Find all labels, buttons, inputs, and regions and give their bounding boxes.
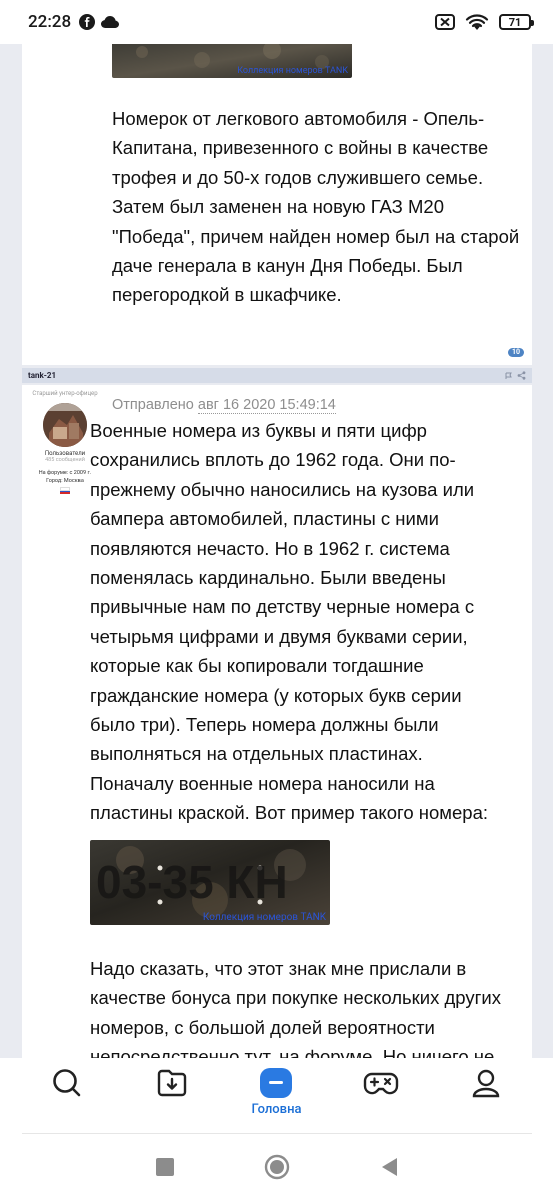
post-author-name[interactable]: tank-21	[28, 371, 56, 380]
no-sim-icon	[435, 14, 455, 30]
back-icon[interactable]	[380, 1157, 398, 1177]
image-watermark: Коллекция номеров TANK	[237, 66, 348, 76]
battery-indicator: 71	[499, 14, 534, 30]
author-rank: Старший унтер-офицер	[32, 390, 98, 397]
bottom-navigation: Головна	[0, 1058, 553, 1134]
recents-icon[interactable]	[155, 1158, 174, 1176]
forum-post: Коллекция номеров TANK Номерок от легков…	[22, 40, 532, 365]
system-navigation	[0, 1134, 553, 1200]
profile-icon	[472, 1069, 499, 1098]
cloud-icon	[101, 16, 120, 28]
nav-search[interactable]	[32, 1068, 102, 1098]
share-icon[interactable]	[517, 371, 526, 380]
nav-home-label: Головна	[251, 1102, 302, 1117]
avatar[interactable]	[43, 403, 87, 447]
post-date[interactable]: авг 16 2020 15:49:14	[197, 397, 336, 414]
post-header: tank-21	[22, 368, 532, 383]
nav-games[interactable]	[346, 1068, 416, 1098]
status-bar: 22:28 71	[0, 0, 553, 44]
nav-home[interactable]: Головна	[241, 1068, 311, 1117]
posted-label: Отправлено	[112, 397, 194, 413]
home-button-icon[interactable]	[264, 1154, 290, 1180]
status-time: 22:28	[28, 12, 72, 32]
nav-downloads[interactable]	[137, 1068, 207, 1098]
license-plate-image[interactable]: Коллекция номеров TANK	[112, 40, 352, 78]
image-watermark: Коллекция номеров TANK	[202, 912, 326, 923]
facebook-icon	[79, 14, 96, 30]
post-body: Надо сказать, что этот знак мне прислали…	[90, 958, 501, 1058]
wifi-icon	[465, 14, 489, 30]
download-folder-icon	[157, 1069, 187, 1097]
post-body: Военные номера из буквы и пяти цифр сохр…	[90, 420, 488, 824]
license-plate-image[interactable]: 03-35 КН Коллекция номеров TANK	[90, 840, 330, 925]
plate-characters: 03-35 КН	[96, 856, 288, 908]
gamepad-icon	[363, 1072, 399, 1095]
nav-profile[interactable]	[451, 1068, 521, 1098]
forum-thread[interactable]: Коллекция номеров TANK Номерок от легков…	[0, 40, 553, 1058]
search-icon	[53, 1069, 81, 1097]
home-icon	[260, 1068, 293, 1098]
report-icon[interactable]	[505, 372, 513, 380]
post-body: Номерок от легкового автомобиля - Опель-…	[112, 108, 520, 306]
reputation-badge[interactable]: 10	[507, 348, 524, 357]
post-date-line: Отправлено авг 16 2020 15:49:14	[112, 397, 336, 414]
russia-flag-icon	[60, 487, 70, 495]
